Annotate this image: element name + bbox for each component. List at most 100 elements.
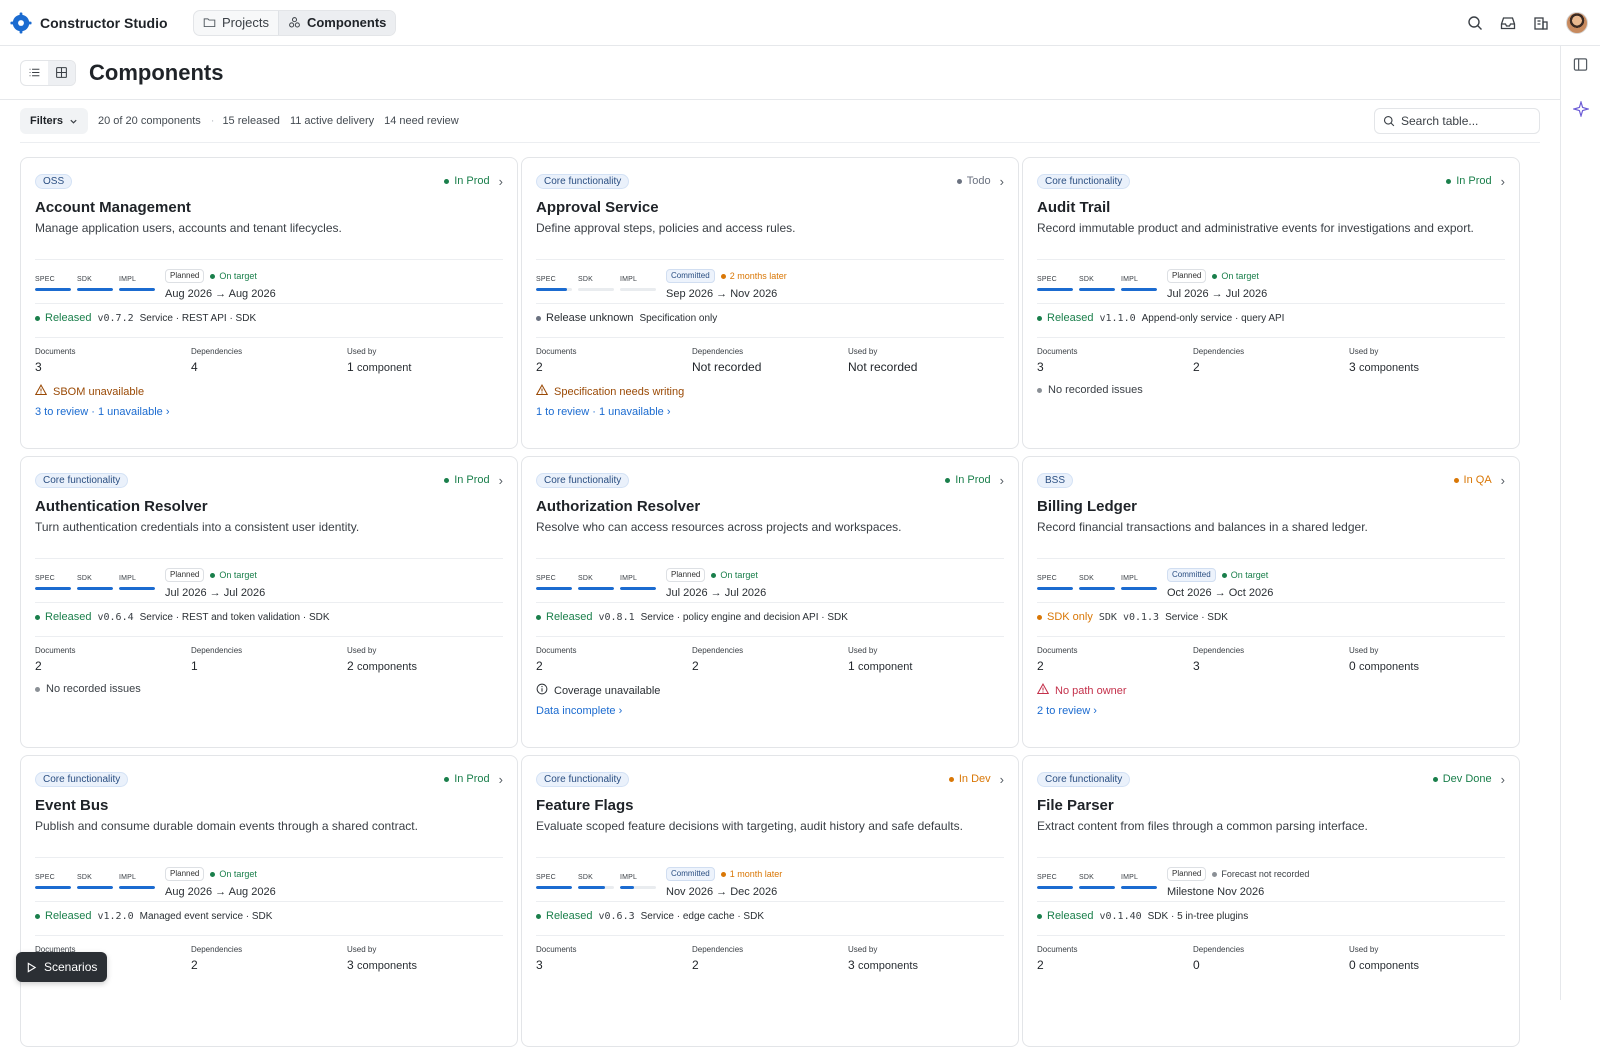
status-dot <box>945 477 951 483</box>
app-logo-icon <box>10 11 32 34</box>
page-title: Components <box>89 59 224 85</box>
used-by-unit: components <box>357 960 417 972</box>
chevron-right-icon[interactable]: › <box>1501 174 1505 189</box>
release-dot <box>35 315 40 321</box>
tab-projects[interactable]: Projects <box>194 11 278 35</box>
divider <box>536 303 1004 304</box>
scenarios-button[interactable]: Scenarios <box>16 952 108 982</box>
panel-toggle-icon[interactable] <box>1573 57 1588 72</box>
user-avatar[interactable] <box>1566 11 1588 34</box>
schedule-status: 1 month later <box>720 869 782 879</box>
progress-bar-label: IMPL <box>1121 276 1139 283</box>
timeline: Committed 2 months later Sep 2026 → Nov … <box>666 269 787 300</box>
issue-row: No recorded issues <box>1037 384 1505 396</box>
divider <box>35 337 503 338</box>
used-by-value: 3 components <box>848 958 918 972</box>
metric-used-by: Used by 0 components <box>1349 646 1505 673</box>
metric-label: Documents <box>1037 945 1078 954</box>
release-state-label: Released <box>45 910 92 922</box>
chevron-right-icon[interactable]: › <box>1501 473 1505 488</box>
progress-bars: SPEC SDK IMPL <box>35 867 155 889</box>
progress-bar-fill <box>119 886 155 889</box>
filters-button[interactable]: Filters <box>20 108 89 134</box>
list-view-button[interactable] <box>21 61 48 85</box>
page-header: Components <box>0 46 1560 100</box>
chevron-right-icon[interactable]: › <box>1000 174 1004 189</box>
progress-bar-label: SPEC <box>35 874 55 881</box>
dependencies-value: Not recorded <box>692 360 762 374</box>
building-icon[interactable] <box>1533 15 1549 31</box>
filters-label: Filters <box>30 115 64 127</box>
tab-components[interactable]: Components <box>277 10 396 35</box>
component-card[interactable]: Core functionality In Prod › Event Bus P… <box>20 755 518 1047</box>
release-info: Released v0.6.3 Service · edge cache · S… <box>536 908 1004 924</box>
chevron-right-icon[interactable]: › <box>499 772 503 787</box>
release-state-label: Release unknown <box>546 312 634 324</box>
chevron-right-icon[interactable]: › <box>499 473 503 488</box>
search-icon[interactable] <box>1467 15 1483 31</box>
chevron-right-icon[interactable]: › <box>499 174 503 189</box>
divider <box>536 259 1004 260</box>
progress-bar-fill <box>536 886 572 889</box>
review-link[interactable]: 1 to review · 1 unavailable › <box>536 406 1004 418</box>
status-dot <box>444 477 450 483</box>
inbox-icon[interactable] <box>1500 15 1516 31</box>
release-state-label: Released <box>1047 312 1094 324</box>
component-card[interactable]: BSS In QA › Billing Ledger Record financ… <box>1022 456 1520 748</box>
ai-sparkle-icon[interactable] <box>1573 101 1589 117</box>
schedule-label: On target <box>720 570 758 580</box>
folder-icon <box>203 18 216 28</box>
chevron-right-icon: › <box>618 705 623 717</box>
component-card[interactable]: OSS In Prod › Account Management Manage … <box>20 157 518 449</box>
metric-label: Documents <box>35 347 76 356</box>
component-title: Authentication Resolver <box>35 498 208 515</box>
lifecycle-status: Dev Done <box>1432 773 1492 785</box>
component-card[interactable]: Core functionality In Prod › Authorizati… <box>521 456 1019 748</box>
schedule-dot <box>1212 273 1218 279</box>
metric-dependencies: Dependencies 2 <box>191 945 347 972</box>
divider <box>1037 303 1505 304</box>
timeline-dates: Jul 2026 → Jul 2026 <box>666 587 767 599</box>
divider <box>1037 259 1505 260</box>
metric-label: Used by <box>1349 945 1379 954</box>
plan-badge: Planned <box>1167 269 1207 283</box>
component-description: Resolve who can access resources across … <box>536 520 902 534</box>
component-card[interactable]: Core functionality In Prod › Audit Trail… <box>1022 157 1520 449</box>
review-link[interactable]: Data incomplete › <box>536 705 1004 717</box>
component-card[interactable]: Core functionality Todo › Approval Servi… <box>521 157 1019 449</box>
brand[interactable]: Constructor Studio <box>10 11 193 34</box>
issue-row: SBOM unavailable <box>34 384 503 399</box>
component-card[interactable]: Core functionality In Prod › Authenticat… <box>20 456 518 748</box>
metrics: Documents 2 Dependencies 1 Used by 2 com… <box>35 646 503 673</box>
metric-label: Dependencies <box>1193 945 1245 954</box>
component-card[interactable]: Core functionality In Dev › Feature Flag… <box>521 755 1019 1047</box>
chevron-right-icon[interactable]: › <box>1501 772 1505 787</box>
chevron-right-icon[interactable]: › <box>1000 473 1004 488</box>
progress-bar-label: SDK <box>578 276 593 283</box>
component-description: Extract content from files through a com… <box>1037 819 1368 833</box>
review-link[interactable]: 2 to review › <box>1037 705 1505 717</box>
search-input[interactable] <box>1401 114 1521 128</box>
main-nav-tabs: Projects Components <box>193 9 397 36</box>
metric-documents: Documents 3 <box>35 347 191 374</box>
chevron-down-icon <box>70 119 77 124</box>
category-tag: Core functionality <box>1037 771 1131 787</box>
delivery-progress: SPEC SDK IMPL Planned Forecast not recorde… <box>1037 867 1505 901</box>
progress-bar-spec: SPEC <box>536 276 572 291</box>
metric-documents: Documents 3 <box>1037 347 1193 374</box>
review-link[interactable]: 3 to review · 1 unavailable › <box>35 406 503 418</box>
table-search[interactable] <box>1374 108 1540 134</box>
component-card[interactable]: Core functionality Dev Done › File Parse… <box>1022 755 1520 1047</box>
release-state: Released <box>536 611 592 623</box>
grid-view-button[interactable] <box>48 60 75 85</box>
version-label: v0.6.4 <box>97 611 134 623</box>
chevron-right-icon[interactable]: › <box>1000 772 1004 787</box>
dependencies-value: 0 <box>1193 958 1200 972</box>
dependencies-value: 3 <box>1193 659 1200 673</box>
release-description: Specification only <box>639 312 718 324</box>
progress-bar-fill <box>578 886 605 889</box>
metric-used-by: Used by 0 components <box>1349 945 1505 972</box>
used-by-value: 2 components <box>347 659 417 673</box>
component-title: File Parser <box>1037 797 1114 814</box>
progress-bar-label: SPEC <box>35 575 55 582</box>
